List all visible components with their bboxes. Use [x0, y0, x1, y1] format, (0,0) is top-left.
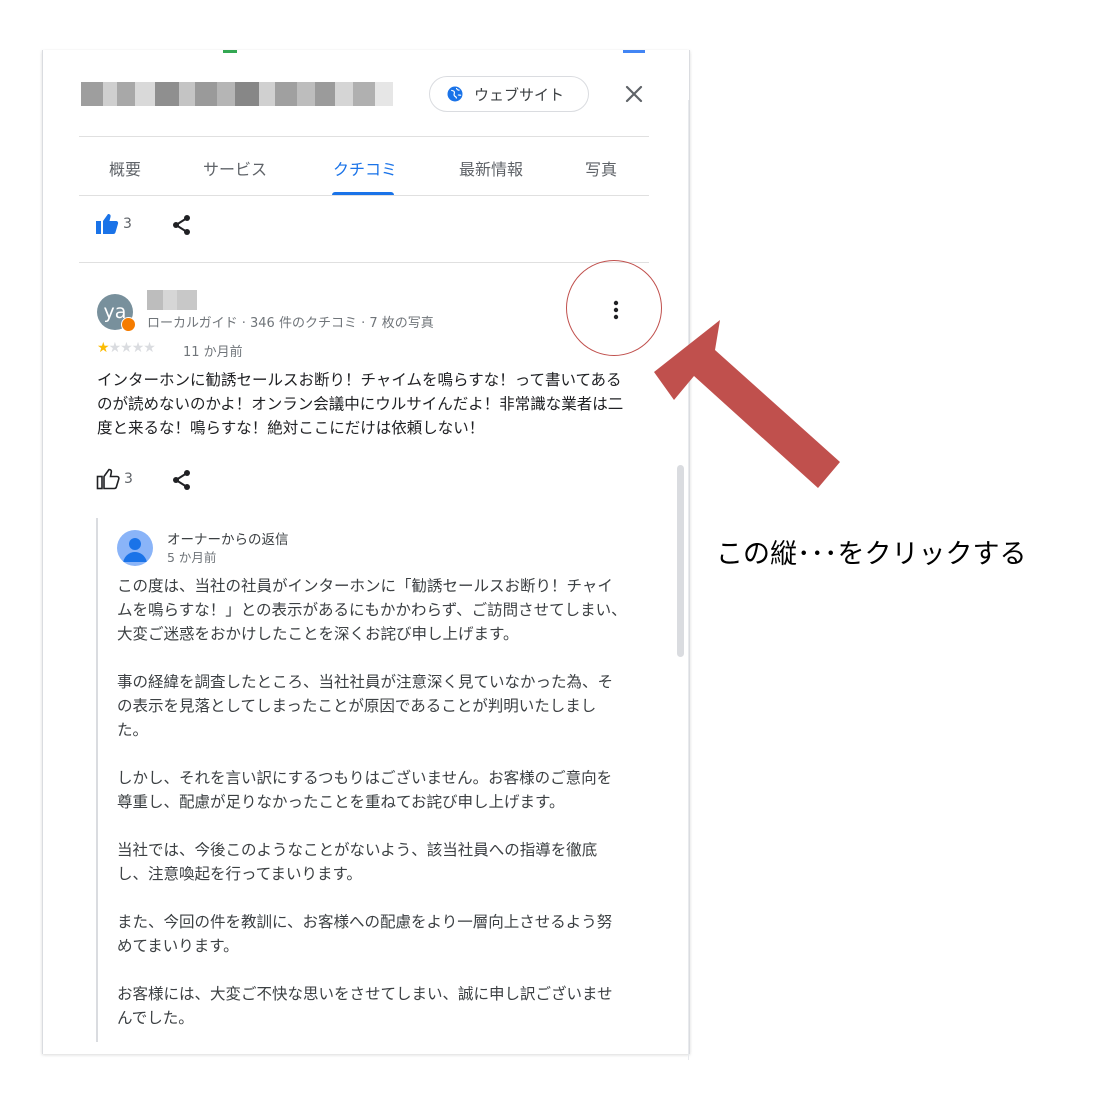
tab-overview[interactable]: 概要 — [109, 156, 141, 180]
prev-review-like-button[interactable]: 3 — [95, 213, 132, 235]
owner-reply-text: この度は、当社の社員がインターホンに「勧誘セールスお断り！チャイムを鳴らすな！」… — [117, 574, 627, 1054]
tab-photos[interactable]: 写真 — [585, 156, 617, 180]
annotation-arrow-icon — [654, 320, 840, 488]
website-button[interactable]: ウェブサイト — [429, 76, 589, 112]
tab-bar: 概要 サービス クチコミ 最新情報 写真 — [79, 136, 649, 196]
review-divider — [79, 262, 649, 263]
place-panel: ウェブサイト 概要 サービス クチコミ 最新情報 写真 3 ya ローカルガイド… — [42, 50, 690, 1054]
star-rating: ★★★★★ — [97, 340, 156, 356]
reviewer-meta: ローカルガイド · 346 件のクチコミ · 7 枚の写真 — [147, 316, 434, 331]
owner-avatar-icon — [117, 530, 153, 566]
prev-review-like-count: 3 — [123, 216, 132, 232]
annotation-text: この縦･･･をクリックする — [716, 539, 1027, 570]
review-time: 11 か月前 — [183, 345, 243, 360]
owner-reply-title: オーナーからの返信 — [167, 532, 289, 548]
share-icon[interactable] — [171, 214, 193, 236]
close-icon[interactable] — [623, 83, 645, 105]
globe-icon — [447, 86, 463, 102]
reviewer-name-blurred[interactable] — [147, 290, 197, 310]
reply-paragraph: しかし、それを言い訳にするつもりはございません。お客様のご意向を尊重し、配慮が足… — [117, 769, 613, 811]
review-like-button[interactable]: 3 — [96, 468, 133, 490]
reply-paragraph: お客様には、大変ご不快な思いをさせてしまい、誠に申し訳ございませんでした。 — [117, 985, 613, 1027]
reply-indent-bar — [96, 518, 98, 1042]
tab-updates[interactable]: 最新情報 — [459, 156, 523, 180]
reply-paragraph: 当社では、今後このようなことがないよう、該当社員への指導を徹底し、注意喚起を行っ… — [117, 841, 598, 883]
review-text: インターホンに勧誘セールスお断り！チャイムを鳴らすな！って書いてあるのが読めない… — [97, 371, 624, 437]
tab-services[interactable]: サービス — [203, 156, 267, 180]
local-guide-badge-icon — [121, 317, 136, 332]
thumbs-up-filled-icon — [96, 214, 119, 234]
reply-paragraph: また、今回の件を教訓に、お客様への配慮をより一層向上させるよう努めてまいります。 — [117, 913, 613, 955]
review-like-count: 3 — [124, 471, 133, 487]
share-icon[interactable] — [171, 469, 193, 491]
website-button-label: ウェブサイト — [474, 85, 565, 104]
thumbs-up-outline-icon — [96, 468, 120, 490]
top-edge-strip — [43, 50, 689, 54]
tabs-divider — [79, 195, 649, 196]
reply-paragraph: この度は、当社の社員がインターホンに「勧誘セールスお断り！チャイムを鳴らすな！」… — [117, 577, 627, 643]
owner-reply-time: 5 か月前 — [167, 550, 217, 565]
window-edge — [688, 100, 689, 1060]
reply-paragraph: 事の経緯を調査したところ、当社社員が注意深く見ていなかった為、その表示を見落とし… — [117, 673, 614, 739]
tab-reviews[interactable]: クチコミ — [333, 156, 397, 180]
place-name-blurred — [81, 82, 393, 106]
